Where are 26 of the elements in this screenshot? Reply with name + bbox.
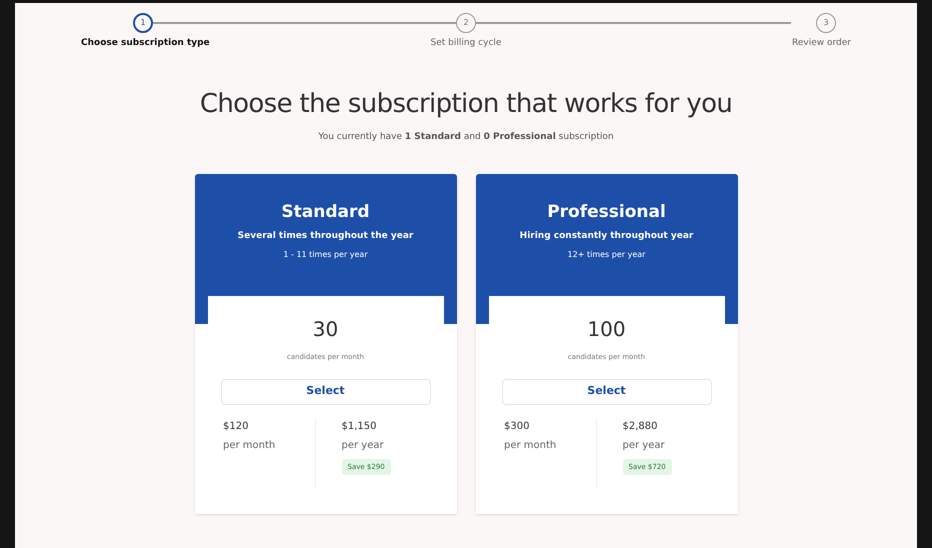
step-label: Set billing cycle	[430, 37, 502, 50]
monthly-price: $120	[223, 420, 248, 434]
plan-frequency: 1 - 11 times per year	[283, 249, 368, 261]
select-button[interactable]: Select	[220, 378, 430, 404]
step-label: Review order	[792, 37, 851, 50]
candidate-count: 30	[312, 316, 338, 343]
plan-name: Professional	[547, 201, 666, 224]
plan-tagline: Hiring constantly throughout year	[520, 230, 694, 242]
monthly-price: $300	[504, 420, 530, 434]
step-number[interactable]: 1	[133, 13, 153, 33]
step-label: Choose subscription type	[81, 37, 210, 50]
yearly-price: $2,880	[622, 420, 658, 434]
step-number[interactable]: 3	[816, 13, 836, 33]
plan-name: Standard	[281, 201, 370, 224]
select-button[interactable]: Select	[502, 378, 712, 404]
monthly-label: per month	[223, 438, 276, 452]
page-heading: Choose the subscription that works for you	[200, 90, 732, 116]
plan-tagline: Several times throughout the year	[238, 230, 414, 242]
monthly-label: per month	[504, 438, 556, 452]
candidate-count: 100	[587, 316, 626, 343]
subscription-summary: You currently have 1 Standard and 0 Professional subscription	[318, 130, 614, 144]
plan-frequency: 12+ times per year	[568, 249, 646, 261]
yearly-label: per year	[342, 438, 384, 452]
step-number[interactable]: 2	[456, 13, 476, 33]
yearly-price: $1,150	[342, 420, 376, 434]
yearly-label: per year	[622, 438, 665, 452]
